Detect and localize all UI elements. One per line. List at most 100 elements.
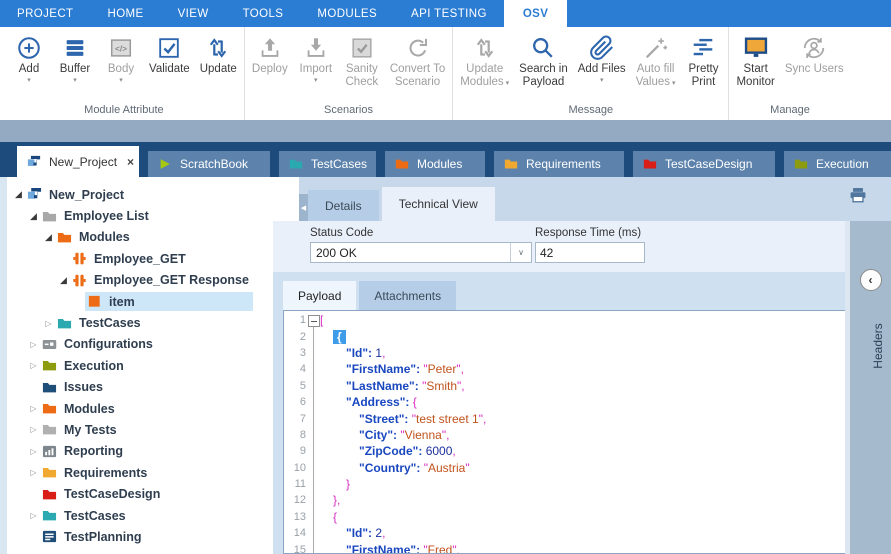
status-code-label: Status Code — [310, 227, 532, 239]
print-button[interactable] — [849, 186, 867, 204]
pretty-print-button[interactable]: PrettyPrint — [680, 27, 726, 99]
dropdown-icon[interactable]: ▾ — [600, 76, 604, 86]
inspector-tab-details[interactable]: Details — [308, 190, 379, 221]
tree-item-testcases[interactable]: ▷TestCases — [7, 505, 273, 526]
dropdown-icon[interactable]: ▾ — [73, 76, 77, 86]
fold-collapse-icon[interactable] — [308, 315, 320, 327]
document-tab-modules[interactable]: Modules — [385, 151, 485, 177]
panel-collapse-handle[interactable]: ◀ — [299, 194, 308, 221]
tree-item-my-tests[interactable]: ▷My Tests — [7, 419, 273, 440]
response-time-input[interactable] — [535, 242, 645, 263]
menu-item-tools[interactable]: TOOLS — [226, 0, 301, 27]
sync-users-button[interactable]: Sync Users — [780, 27, 849, 86]
code-line-13: 13{ — [284, 509, 845, 525]
start-monitor-button[interactable]: StartMonitor — [731, 27, 779, 99]
code-segment: Fred — [428, 543, 453, 554]
code-line-10: 10"Country": "Austria" — [284, 460, 845, 476]
body-button[interactable]: </>Body▾ — [98, 27, 144, 86]
dropdown-icon[interactable]: ▾ — [119, 76, 123, 86]
auto-fill-values-button[interactable]: Auto fillValues ▾ — [631, 27, 681, 100]
menu-item-osv[interactable]: OSV — [504, 0, 568, 27]
document-tab-scratchbook[interactable]: ScratchBook — [148, 151, 270, 177]
tree-item-testcasedesign[interactable]: TestCaseDesign — [7, 483, 273, 504]
expander-icon[interactable]: ▷ — [27, 340, 40, 349]
document-tab-execution[interactable]: Execution — [784, 151, 891, 177]
payload-code-editor[interactable]: 1[2{3"Id": 1,4"FirstName": "Peter",5"Las… — [283, 310, 845, 554]
menu-item-view[interactable]: VIEW — [161, 0, 226, 27]
menu-item-project[interactable]: PROJECT — [0, 0, 90, 27]
menu-item-home[interactable]: HOME — [90, 0, 160, 27]
tree-item-execution[interactable]: ▷Execution — [7, 355, 273, 376]
payload-tab-attachments[interactable]: Attachments — [359, 281, 456, 310]
deploy-button[interactable]: Deploy — [247, 27, 293, 86]
code-line-1: 1[ — [284, 312, 845, 328]
expander-icon[interactable]: ◢ — [27, 211, 40, 222]
expander-icon[interactable]: ▷ — [27, 511, 40, 520]
search-in-payload-button[interactable]: Search inPayload — [514, 27, 573, 99]
line-number: 10 — [284, 462, 320, 474]
add-button[interactable]: Add▾ — [6, 27, 52, 86]
tree-item-modules[interactable]: ▷Modules — [7, 398, 273, 419]
expander-icon[interactable]: ◢ — [42, 232, 55, 243]
close-icon[interactable]: × — [127, 155, 134, 169]
tree-item-content: TestCaseDesign — [40, 485, 253, 504]
inspector-tab-technical-view[interactable]: Technical View — [382, 187, 495, 221]
tree-item-testcases[interactable]: ▷TestCases — [7, 312, 273, 333]
tree-item-modules[interactable]: ◢Modules — [7, 227, 273, 248]
addfiles-icon — [589, 33, 615, 63]
button-label: Add — [19, 63, 39, 76]
buffer-button[interactable]: Buffer▾ — [52, 27, 98, 86]
button-label: Validate — [149, 63, 190, 76]
line-number: 4 — [284, 363, 320, 375]
menu-item-api-testing[interactable]: API TESTING — [394, 0, 504, 27]
tree-item-issues[interactable]: Issues — [7, 377, 273, 398]
expander-icon[interactable]: ▷ — [27, 468, 40, 477]
module-icon — [72, 273, 87, 288]
tree-item-configurations[interactable]: ▷Configurations — [7, 334, 273, 355]
deploy-icon — [257, 33, 283, 63]
expand-headers-button[interactable]: ‹ — [860, 269, 882, 291]
tab-label: New_Project — [49, 155, 117, 169]
button-label: Values ▾ — [636, 76, 676, 90]
dropdown-icon[interactable]: ▾ — [27, 76, 31, 86]
validate-button[interactable]: Validate — [144, 27, 195, 86]
update-button[interactable]: Update — [195, 27, 242, 86]
expander-icon[interactable]: ◢ — [12, 189, 25, 200]
document-tab-testcases[interactable]: TestCases — [279, 151, 376, 177]
tree-item-reporting[interactable]: ▷Reporting — [7, 441, 273, 462]
convert-to-scenario-button[interactable]: Convert ToScenario — [385, 27, 450, 99]
status-code-dropdown-button[interactable]: ∨ — [510, 243, 531, 262]
tree-item-testplanning[interactable]: TestPlanning — [7, 526, 273, 547]
expander-icon[interactable]: ▷ — [27, 404, 40, 413]
payload-tab-payload[interactable]: Payload — [283, 281, 356, 310]
folder-icon — [42, 508, 57, 523]
import-button[interactable]: Import▾ — [293, 27, 339, 86]
tree-item-requirements[interactable]: ▷Requirements — [7, 462, 273, 483]
update-modules-button[interactable]: UpdateModules ▾ — [455, 27, 514, 100]
tree-item-new-project[interactable]: ◢New_Project — [7, 184, 273, 205]
dropdown-icon[interactable]: ▾ — [314, 76, 318, 86]
document-tab-testcasedesign[interactable]: TestCaseDesign — [633, 151, 775, 177]
sanity-check-button[interactable]: SanityCheck — [339, 27, 385, 99]
expander-icon[interactable]: ▷ — [42, 319, 55, 328]
tree-item-employee-get-response[interactable]: ◢Employee_GET Response — [7, 270, 273, 291]
document-tab-new-project[interactable]: New_Project × — [17, 146, 139, 177]
button-label: Deploy — [252, 63, 288, 76]
autofill-icon — [643, 33, 669, 63]
code-segment: "ZipCode": — [359, 444, 422, 458]
headers-vertical-tab[interactable]: Headers — [871, 296, 885, 406]
tree-item-employee-list[interactable]: ◢Employee List — [7, 205, 273, 226]
right-side-rail: ‹ Headers — [845, 221, 891, 554]
document-tab-requirements[interactable]: Requirements — [494, 151, 624, 177]
tree-item-employee-get[interactable]: Employee_GET — [7, 248, 273, 269]
expander-icon[interactable]: ◢ — [57, 275, 70, 286]
tree-item-item[interactable]: item — [7, 291, 273, 312]
status-code-dropdown[interactable]: 200 OK ∨ — [310, 242, 532, 263]
expander-icon[interactable]: ▷ — [27, 425, 40, 434]
add-files-button[interactable]: Add Files▾ — [573, 27, 631, 86]
expander-icon[interactable]: ▷ — [27, 447, 40, 456]
menu-item-modules[interactable]: MODULES — [300, 0, 394, 27]
dropdown-icon: ▾ — [504, 80, 509, 87]
tree-item-content: Execution — [40, 356, 253, 375]
expander-icon[interactable]: ▷ — [27, 361, 40, 370]
